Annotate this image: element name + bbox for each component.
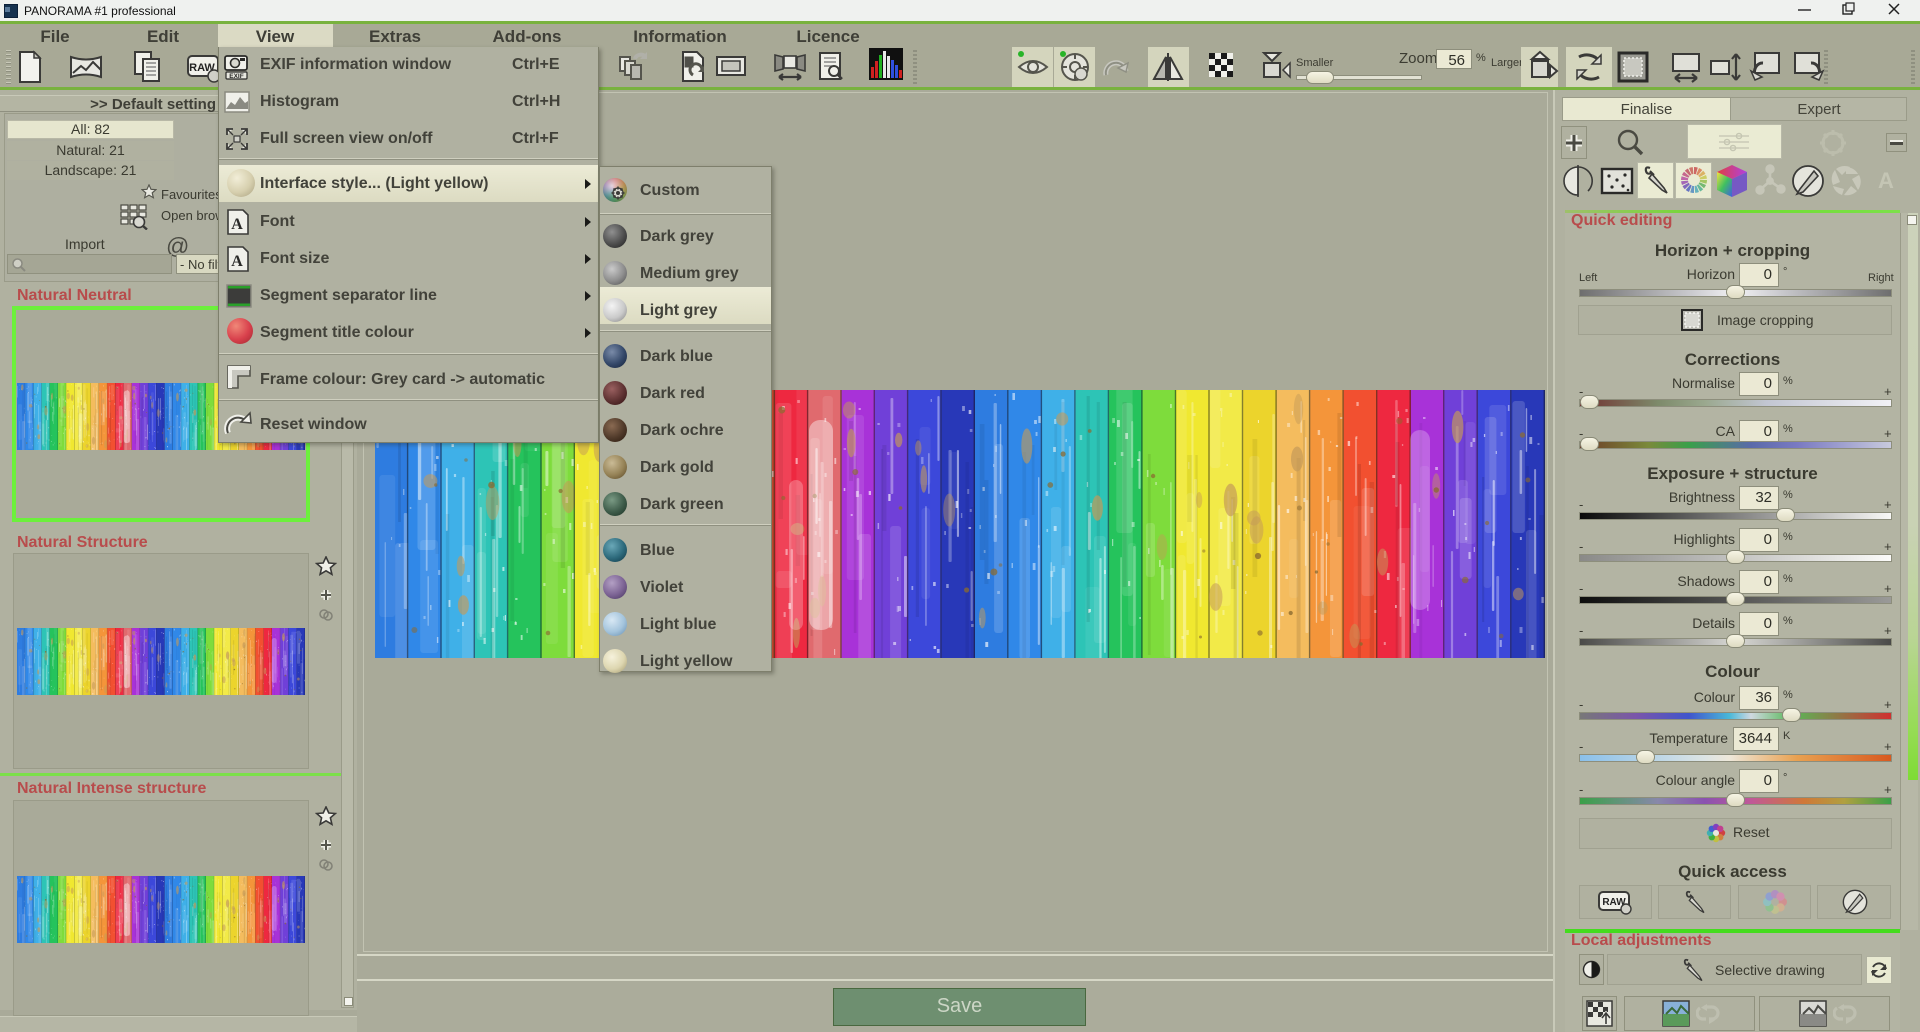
svg-text:A: A	[231, 216, 243, 233]
svg-text:A: A	[231, 253, 243, 270]
svg-text:EXIF: EXIF	[229, 73, 243, 80]
